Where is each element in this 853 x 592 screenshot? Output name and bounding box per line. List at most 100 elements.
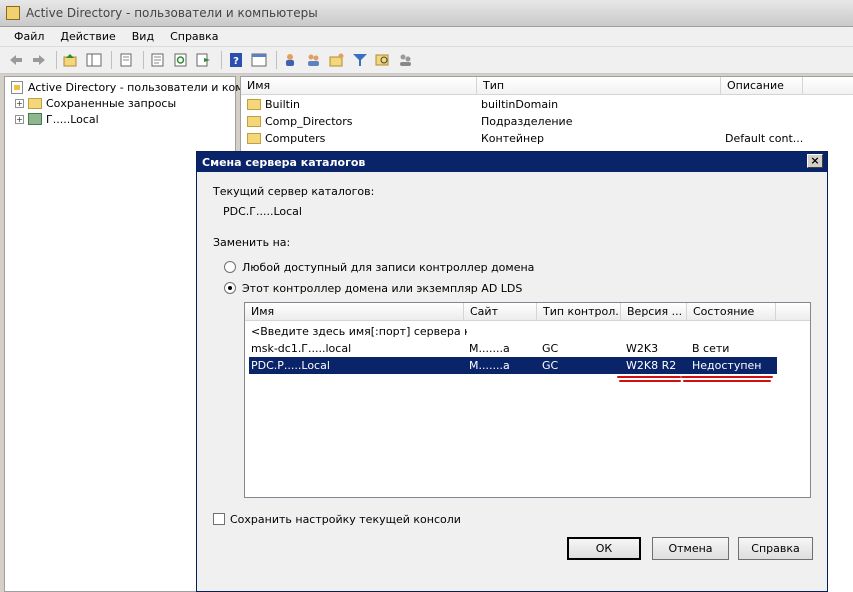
toolbar-separator: [111, 51, 112, 69]
radio-any-dc[interactable]: [224, 261, 236, 273]
new-ou-icon[interactable]: [327, 50, 347, 70]
dc-cell-version: W2K3: [626, 342, 659, 355]
list-item-name: Builtin: [265, 98, 300, 111]
menu-help[interactable]: Справка: [162, 30, 226, 43]
dc-cell-state: Недоступен: [692, 359, 762, 372]
find-icon[interactable]: [373, 50, 393, 70]
window-titlebar: Active Directory - пользователи и компью…: [0, 0, 853, 27]
tree-item-label: Сохраненные запросы: [46, 96, 177, 110]
toolbar-separator: [221, 51, 222, 69]
save-console-setting-label[interactable]: Сохранить настройку текущей консоли: [230, 513, 461, 526]
toolbar-separator: [143, 51, 144, 69]
show-tree-icon[interactable]: [84, 50, 104, 70]
list-column-name[interactable]: Имя: [241, 77, 477, 95]
radio-any-dc-label[interactable]: Любой доступный для записи контроллер до…: [242, 261, 534, 274]
folder-icon: [247, 99, 261, 110]
list-item-desc: Default cont...: [725, 132, 804, 145]
dc-column-state[interactable]: Состояние: [687, 303, 776, 321]
active-directory-icon: [11, 80, 23, 94]
list-item[interactable]: Builtin builtinDomain: [241, 96, 853, 113]
dc-cell-type: GC: [542, 342, 559, 355]
svg-text:?: ?: [233, 56, 239, 67]
folder-icon: [28, 97, 42, 109]
red-underline-mark: [617, 376, 681, 378]
filter-icon[interactable]: [350, 50, 370, 70]
menu-view[interactable]: Вид: [124, 30, 162, 43]
back-icon[interactable]: [6, 50, 26, 70]
tree-item-saved-queries[interactable]: + Сохраненные запросы: [15, 95, 176, 111]
help-icon[interactable]: ?: [226, 50, 246, 70]
red-underline-mark: [619, 380, 681, 382]
properties-icon[interactable]: [148, 50, 168, 70]
tree-root[interactable]: Active Directory - пользователи и компью: [11, 79, 267, 95]
radio-this-dc-label[interactable]: Этот контроллер домена или экземпляр AD …: [242, 282, 522, 295]
toolbar-separator: [276, 51, 277, 69]
current-server-value: PDC.Г.....Local: [223, 205, 302, 218]
toolbar-separator: [56, 51, 57, 69]
close-icon[interactable]: ×: [807, 154, 823, 168]
dc-cell-site: М.......а: [469, 359, 510, 372]
tree-item-domain[interactable]: + Г.....Local: [15, 111, 99, 127]
dc-cell-type: GC: [542, 359, 559, 372]
list-header: Имя Тип Описание: [241, 77, 853, 95]
dc-cell-state: В сети: [692, 342, 730, 355]
list-item-type: Контейнер: [481, 132, 544, 145]
red-underline-mark: [683, 380, 771, 382]
current-server-label: Текущий сервер каталогов:: [213, 185, 375, 198]
list-item-type: Подразделение: [481, 115, 573, 128]
toolbar: ?: [0, 47, 853, 74]
new-user-icon[interactable]: [281, 50, 301, 70]
dc-row-enter-name[interactable]: <Введите здесь имя[:порт] сервера кат...: [249, 323, 779, 340]
dialog-titlebar: Смена сервера каталогов ×: [197, 152, 827, 172]
help-button[interactable]: Справка: [738, 537, 813, 560]
dc-list-header: Имя Сайт Тип контрол... Версия ... Состо…: [245, 303, 810, 321]
dc-cell-site: М.......а: [469, 342, 510, 355]
tree-item-label: Г.....Local: [46, 112, 99, 126]
dc-cell-name: PDC.Р.....Local: [251, 359, 330, 372]
list-item-type: builtinDomain: [481, 98, 559, 111]
refresh-icon[interactable]: [171, 50, 191, 70]
list-column-type[interactable]: Тип: [477, 77, 721, 95]
red-underline-mark: [681, 376, 773, 378]
console-icon[interactable]: [249, 50, 269, 70]
dc-cell-name: msk-dc1.Г.....local: [251, 342, 352, 355]
tree-root-label: Active Directory - пользователи и компью: [28, 80, 267, 94]
list-item-name: Comp_Directors: [265, 115, 353, 128]
replace-with-label: Заменить на:: [213, 236, 291, 249]
dc-column-name[interactable]: Имя: [245, 303, 464, 321]
list-item[interactable]: Comp_Directors Подразделение: [241, 113, 853, 130]
list-item-name: Computers: [265, 132, 326, 145]
new-group-icon[interactable]: [304, 50, 324, 70]
add-to-group-icon[interactable]: [396, 50, 416, 70]
dialog-title: Смена сервера каталогов: [202, 155, 366, 169]
list-column-description[interactable]: Описание: [721, 77, 803, 95]
dc-row[interactable]: msk-dc1.Г.....local М.......а GC W2K3 В …: [249, 340, 779, 357]
ou-folder-icon: [247, 116, 261, 127]
export-icon[interactable]: [194, 50, 214, 70]
cancel-button[interactable]: Отмена: [652, 537, 729, 560]
app-icon: [6, 6, 20, 20]
menu-bar: Файл Действие Вид Справка: [0, 27, 853, 47]
copy-icon[interactable]: [116, 50, 136, 70]
dc-row-selected[interactable]: PDC.Р.....Local М.......а GC W2K8 R2 Нед…: [249, 357, 777, 374]
dc-cell-version: W2K8 R2: [626, 359, 677, 372]
dc-list[interactable]: Имя Сайт Тип контрол... Версия ... Состо…: [244, 302, 811, 498]
radio-this-dc[interactable]: [224, 282, 236, 294]
window-title: Active Directory - пользователи и компью…: [26, 6, 318, 20]
dc-cell-name: <Введите здесь имя[:порт] сервера кат...: [251, 325, 467, 338]
expand-icon[interactable]: +: [15, 114, 24, 124]
change-directory-server-dialog: Смена сервера каталогов × Текущий сервер…: [196, 151, 828, 592]
dc-column-site[interactable]: Сайт: [464, 303, 537, 321]
folder-icon: [247, 133, 261, 144]
up-icon[interactable]: [61, 50, 81, 70]
menu-file[interactable]: Файл: [6, 30, 52, 43]
list-item[interactable]: Computers Контейнер Default cont...: [241, 130, 853, 147]
dc-column-type[interactable]: Тип контрол...: [537, 303, 621, 321]
menu-action[interactable]: Действие: [52, 30, 123, 43]
ok-button[interactable]: ОК: [567, 537, 641, 560]
dc-column-version[interactable]: Версия ...: [621, 303, 687, 321]
save-console-setting-checkbox[interactable]: [213, 513, 225, 525]
domain-icon: [28, 113, 42, 125]
forward-icon[interactable]: [29, 50, 49, 70]
expand-icon[interactable]: +: [15, 98, 24, 108]
